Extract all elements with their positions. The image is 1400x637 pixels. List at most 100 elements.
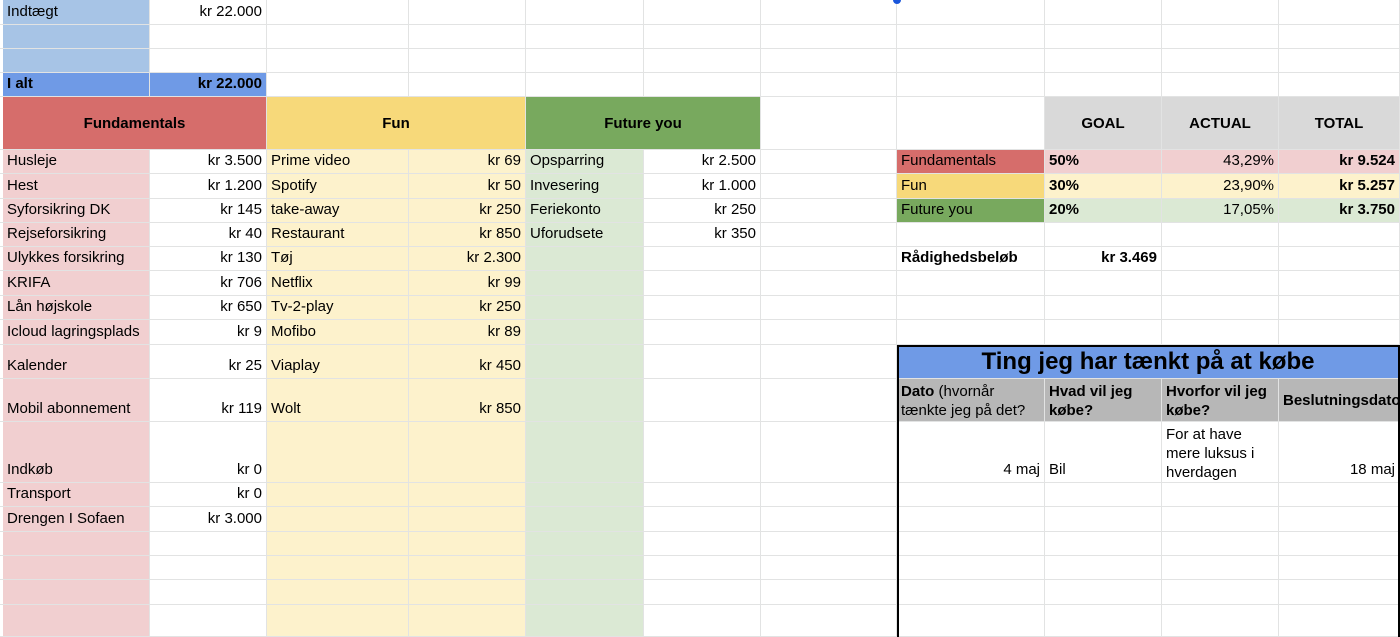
grid-cell[interactable] (761, 73, 897, 97)
future-item-amount-cell[interactable] (644, 320, 761, 345)
grid-cell[interactable] (1279, 271, 1400, 296)
grid-cell[interactable] (761, 345, 897, 379)
fun-item-amount-cell[interactable]: kr 850 (409, 379, 526, 422)
fundamentals-item-name-cell[interactable]: Icloud lagringsplads (3, 320, 150, 345)
wishlist-col-why[interactable]: Hvorfor vil jeg købe? (1162, 379, 1279, 422)
summary-row-label[interactable]: Future you (897, 199, 1045, 223)
future-item-name-cell[interactable] (526, 247, 644, 271)
grid-cell[interactable] (409, 25, 526, 49)
summary-goal-cell[interactable]: 50% (1045, 150, 1162, 174)
future-item-name-cell[interactable]: Invesering (526, 174, 644, 199)
grid-cell[interactable] (761, 174, 897, 199)
grid-cell[interactable] (1045, 320, 1162, 345)
grid-cell[interactable] (1279, 73, 1400, 97)
fundamentals-item-amount-cell[interactable]: kr 130 (150, 247, 267, 271)
fun-item-name-cell[interactable]: Spotify (267, 174, 409, 199)
fun-item-amount-cell[interactable] (409, 507, 526, 532)
fun-item-name-cell[interactable]: Wolt (267, 379, 409, 422)
grid-cell[interactable] (761, 580, 897, 605)
fundamentals-item-name-cell[interactable]: Mobil abonnement (3, 379, 150, 422)
grid-cell[interactable] (1279, 483, 1400, 507)
fundamentals-item-name-cell[interactable] (3, 605, 150, 637)
summary-actual-cell[interactable]: 43,29% (1162, 150, 1279, 174)
grid-cell[interactable] (1045, 223, 1162, 247)
future-item-amount-cell[interactable]: kr 1.000 (644, 174, 761, 199)
wishlist-date-cell[interactable]: 4 maj (897, 422, 1045, 483)
summary-total-cell[interactable]: kr 5.257 (1279, 174, 1400, 199)
grid-cell[interactable] (897, 532, 1045, 556)
grid-cell[interactable] (761, 0, 897, 25)
grid-cell[interactable] (761, 556, 897, 580)
fundamentals-item-name-cell[interactable] (3, 556, 150, 580)
grid-cell[interactable] (1279, 605, 1400, 637)
fundamentals-item-name-cell[interactable] (3, 532, 150, 556)
fundamentals-item-amount-cell[interactable]: kr 9 (150, 320, 267, 345)
grid-cell[interactable] (644, 73, 761, 97)
fun-item-amount-cell[interactable]: kr 50 (409, 174, 526, 199)
future-item-name-cell[interactable]: Opsparring (526, 150, 644, 174)
fun-item-amount-cell[interactable]: kr 250 (409, 296, 526, 320)
grid-cell[interactable] (1162, 556, 1279, 580)
total-value-cell[interactable]: kr 22.000 (150, 73, 267, 97)
future-item-name-cell[interactable] (526, 605, 644, 637)
grid-cell[interactable] (761, 199, 897, 223)
summary-actual-cell[interactable]: 23,90% (1162, 174, 1279, 199)
future-item-amount-cell[interactable] (644, 422, 761, 483)
grid-cell[interactable] (761, 320, 897, 345)
fun-item-amount-cell[interactable] (409, 422, 526, 483)
grid-cell[interactable] (897, 49, 1045, 73)
grid-cell[interactable] (897, 296, 1045, 320)
fundamentals-item-name-cell[interactable]: Indkøb (3, 422, 150, 483)
fundamentals-item-amount-cell[interactable]: kr 0 (150, 422, 267, 483)
grid-cell[interactable] (1279, 247, 1400, 271)
grid-cell[interactable] (1162, 73, 1279, 97)
grid-cell[interactable] (1045, 532, 1162, 556)
fun-item-amount-cell[interactable]: kr 850 (409, 223, 526, 247)
grid-cell[interactable] (761, 379, 897, 422)
future-item-name-cell[interactable] (526, 556, 644, 580)
fun-item-name-cell[interactable]: Viaplay (267, 345, 409, 379)
summary-row-label[interactable]: Fundamentals (897, 150, 1045, 174)
grid-cell[interactable] (897, 556, 1045, 580)
grid-cell[interactable] (1162, 0, 1279, 25)
grid-cell[interactable] (267, 73, 409, 97)
grid-cell[interactable] (1162, 580, 1279, 605)
grid-cell[interactable] (1279, 25, 1400, 49)
fun-item-amount-cell[interactable]: kr 250 (409, 199, 526, 223)
fun-item-name-cell[interactable] (267, 532, 409, 556)
grid-cell[interactable] (644, 49, 761, 73)
grid-cell[interactable] (1045, 73, 1162, 97)
future-item-amount-cell[interactable] (644, 532, 761, 556)
total-label-cell[interactable]: I alt (3, 73, 150, 97)
summary-header-actual[interactable]: ACTUAL (1162, 97, 1279, 150)
fun-item-name-cell[interactable] (267, 580, 409, 605)
fundamentals-item-amount-cell[interactable] (150, 532, 267, 556)
fundamentals-item-name-cell[interactable]: Kalender (3, 345, 150, 379)
future-item-name-cell[interactable] (526, 379, 644, 422)
future-item-name-cell[interactable] (526, 532, 644, 556)
summary-goal-cell[interactable]: 30% (1045, 174, 1162, 199)
fun-item-amount-cell[interactable]: kr 69 (409, 150, 526, 174)
fundamentals-item-amount-cell[interactable] (150, 556, 267, 580)
grid-cell[interactable] (897, 0, 1045, 25)
grid-cell[interactable] (409, 0, 526, 25)
summary-header-goal[interactable]: GOAL (1045, 97, 1162, 150)
fun-item-name-cell[interactable] (267, 483, 409, 507)
grid-cell[interactable] (409, 73, 526, 97)
grid-cell[interactable] (526, 25, 644, 49)
future-item-name-cell[interactable] (526, 320, 644, 345)
grid-cell[interactable] (267, 25, 409, 49)
future-item-amount-cell[interactable] (644, 379, 761, 422)
grid-cell[interactable] (761, 532, 897, 556)
grid-cell[interactable] (1045, 507, 1162, 532)
grid-cell[interactable] (1162, 483, 1279, 507)
future-item-amount-cell[interactable] (644, 556, 761, 580)
summary-row-label[interactable]: Fun (897, 174, 1045, 199)
summary-actual-cell[interactable]: 17,05% (1162, 199, 1279, 223)
grid-cell[interactable] (897, 483, 1045, 507)
future-item-name-cell[interactable] (526, 483, 644, 507)
grid-cell[interactable] (1279, 556, 1400, 580)
fundamentals-item-amount-cell[interactable]: kr 650 (150, 296, 267, 320)
fundamentals-item-name-cell[interactable]: Syforsikring DK (3, 199, 150, 223)
wishlist-what-cell[interactable]: Bil (1045, 422, 1162, 483)
